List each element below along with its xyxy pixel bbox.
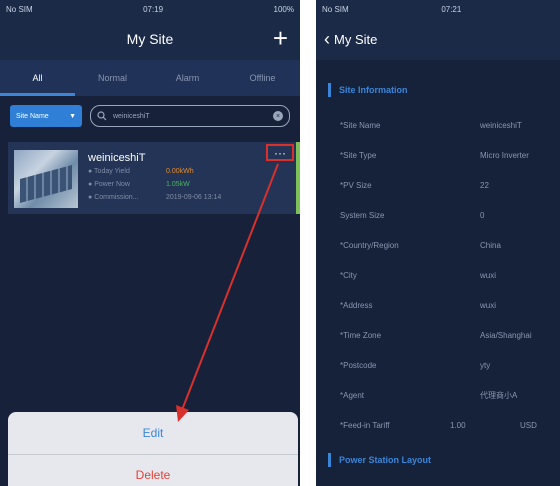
info-row[interactable]: *Address wuxi xyxy=(316,290,560,320)
power-station-layout-header: Power Station Layout xyxy=(316,440,560,480)
clear-icon[interactable]: × xyxy=(273,111,283,121)
search-icon xyxy=(97,111,107,121)
tab-alarm[interactable]: Alarm xyxy=(150,60,225,96)
search-value: weiniceshiT xyxy=(113,112,150,120)
carrier-text: No SIM xyxy=(322,4,349,14)
filter-bar: Site Name ▼ weiniceshiT × xyxy=(0,96,300,136)
tab-normal[interactable]: Normal xyxy=(75,60,150,96)
carrier-text: No SIM xyxy=(6,4,33,14)
status-tabs: All Normal Alarm Offline xyxy=(0,60,300,96)
back-chevron-icon[interactable]: ‹ xyxy=(324,29,330,50)
time-text: 07:19 xyxy=(143,4,164,14)
info-row[interactable]: System Size 0 xyxy=(316,200,560,230)
caret-down-icon: ▼ xyxy=(69,112,76,120)
info-row[interactable]: *Site Name weiniceshiT xyxy=(316,110,560,140)
site-name-dropdown[interactable]: Site Name ▼ xyxy=(10,105,82,127)
tariff-unit: USD xyxy=(520,420,537,430)
info-rows: *Site Name weiniceshiT *Site Type Micro In… xyxy=(316,110,560,440)
add-site-icon[interactable]: + xyxy=(273,23,288,53)
info-row[interactable]: *City wuxi xyxy=(316,260,560,290)
info-row[interactable]: *Postcode yty xyxy=(316,350,560,380)
nav-bar: ‹ My Site xyxy=(316,18,560,60)
site-thumbnail xyxy=(14,150,78,208)
page-title: My Site xyxy=(126,31,174,47)
site-card[interactable]: weiniceshiT ● Today Yield 0.00kWh ● Powe… xyxy=(8,142,300,214)
power-now-label: Power Now xyxy=(94,181,130,188)
site-name: weiniceshiT xyxy=(88,152,146,164)
left-phone-screen: No SIM 07:19 100% My Site + All Normal A… xyxy=(0,0,300,486)
edit-button[interactable]: Edit xyxy=(8,412,298,455)
commission-row: ● Commission... 2019-09-06 13:14 xyxy=(88,194,222,201)
info-row[interactable]: *PV Size 22 xyxy=(316,170,560,200)
search-input[interactable]: weiniceshiT × xyxy=(90,105,290,127)
dropdown-label: Site Name xyxy=(16,112,49,120)
status-bar: No SIM 07:21 xyxy=(316,0,560,18)
more-options-button[interactable]: ··· xyxy=(266,144,294,161)
power-now-value: 1.05kW xyxy=(166,181,190,188)
battery-text: 100% xyxy=(273,4,294,14)
section-title: Site Information xyxy=(339,85,408,95)
today-yield-value: 0.00kWh xyxy=(166,168,194,175)
right-phone-screen: No SIM 07:21 ‹ My Site Site Information … xyxy=(316,0,560,486)
commission-value: 2019-09-06 13:14 xyxy=(166,194,222,201)
info-row[interactable]: *Site Type Micro Inverter xyxy=(316,140,560,170)
delete-button[interactable]: Delete xyxy=(8,455,298,486)
power-now-row: ● Power Now 1.05kW xyxy=(88,181,190,188)
tab-offline[interactable]: Offline xyxy=(225,60,300,96)
today-yield-label: Today Yield xyxy=(94,168,130,175)
back-button[interactable]: My Site xyxy=(334,32,377,47)
info-row[interactable]: *Agent 代理商小A xyxy=(316,380,560,410)
section-title: Power Station Layout xyxy=(339,455,432,465)
status-bar: No SIM 07:19 100% xyxy=(0,0,300,18)
today-yield-row: ● Today Yield 0.00kWh xyxy=(88,168,194,175)
commission-label: Commission... xyxy=(94,194,139,201)
tab-all[interactable]: All xyxy=(0,60,75,96)
time-text: 07:21 xyxy=(441,4,462,14)
info-row[interactable]: *Country/Region China xyxy=(316,230,560,260)
site-information-header: Site Information xyxy=(316,70,560,110)
status-indicator xyxy=(296,142,300,214)
info-row[interactable]: *Feed-in Tariff 1.00 USD xyxy=(316,410,560,440)
info-row[interactable]: *Time Zone Asia/Shanghai xyxy=(316,320,560,350)
nav-bar: My Site + xyxy=(0,18,300,60)
